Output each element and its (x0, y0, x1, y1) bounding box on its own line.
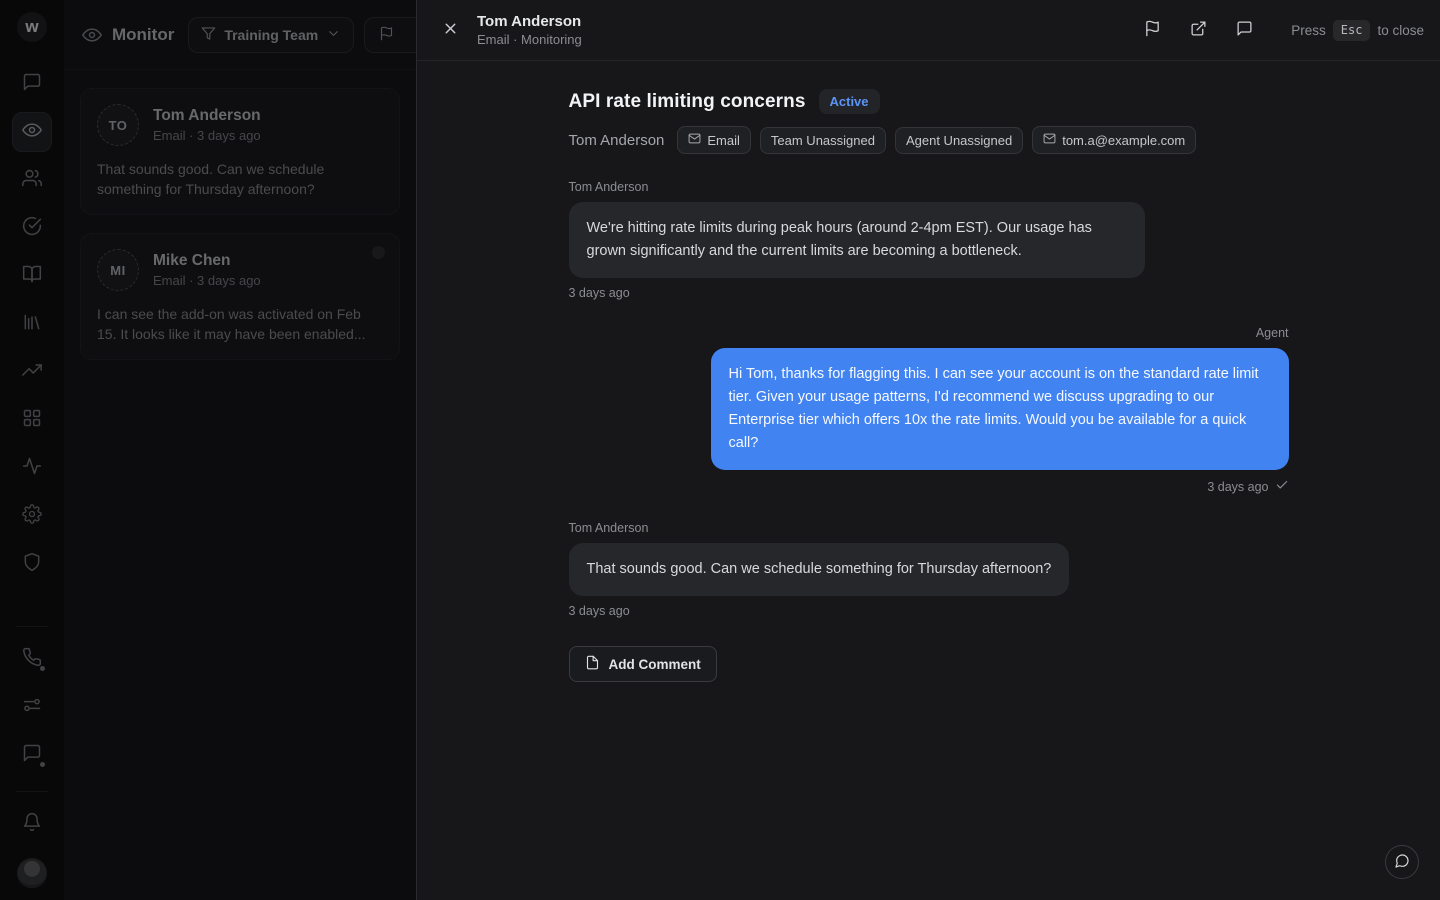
message-sender: Agent (569, 326, 1289, 340)
message-timestamp: 3 days ago (569, 286, 1289, 300)
message-timestamp: 3 days ago (569, 478, 1289, 495)
message-timestamp: 3 days ago (569, 604, 1289, 618)
close-button[interactable] (435, 15, 465, 45)
team-badge: Team Unassigned (760, 127, 886, 154)
panel-body: API rate limiting concerns Active Tom An… (417, 61, 1440, 900)
esc-hint-suffix: to close (1377, 23, 1424, 38)
mail-icon (1043, 132, 1056, 148)
customer-name: Tom Anderson (569, 132, 665, 149)
conversation-detail-panel: Tom Anderson Email · Monitoring Press Es… (416, 0, 1440, 900)
message-customer-2: Tom Anderson That sounds good. Can we sc… (569, 521, 1289, 618)
close-icon (442, 20, 459, 40)
panel-actions: Press Esc to close (1137, 15, 1424, 45)
ticket-title: API rate limiting concerns (569, 91, 806, 113)
flag-icon (1144, 20, 1161, 40)
chat-icon (1236, 20, 1253, 40)
open-in-new-button[interactable] (1183, 15, 1213, 45)
read-check-icon (1275, 478, 1289, 495)
message-bubble: That sounds good. Can we schedule someth… (569, 543, 1070, 596)
add-comment-label: Add Comment (609, 657, 701, 672)
panel-title: Tom Anderson (477, 13, 582, 30)
support-chat-launcher[interactable] (1385, 845, 1419, 879)
add-comment-button[interactable]: Add Comment (569, 646, 717, 682)
mail-icon (688, 132, 701, 148)
message-bubble: Hi Tom, thanks for flagging this. I can … (711, 348, 1289, 470)
esc-close-hint: Press Esc to close (1291, 20, 1424, 41)
timestamp-text: 3 days ago (569, 286, 630, 300)
document-icon (585, 655, 600, 673)
timestamp-text: 3 days ago (569, 604, 630, 618)
open-chat-button[interactable] (1229, 15, 1259, 45)
status-badge: Active (819, 89, 880, 114)
channel-badge-label: Email (707, 133, 740, 148)
agent-badge-label: Agent Unassigned (906, 133, 1012, 148)
timestamp-text: 3 days ago (1207, 480, 1268, 494)
ticket-content: API rate limiting concerns Active Tom An… (569, 89, 1289, 682)
message-agent: Agent Hi Tom, thanks for flagging this. … (569, 326, 1289, 495)
agent-badge: Agent Unassigned (895, 127, 1023, 154)
chat-bubble-icon (1394, 853, 1410, 872)
message-customer-1: Tom Anderson We're hitting rate limits d… (569, 180, 1289, 300)
channel-badge: Email (677, 126, 751, 154)
email-badge: tom.a@example.com (1032, 126, 1196, 154)
app-root: w (0, 0, 1440, 900)
ticket-meta-row: Tom Anderson Email Team Unassigned Agent… (569, 126, 1289, 154)
overlay-backdrop[interactable] (0, 0, 416, 900)
panel-subtitle: Email · Monitoring (477, 32, 582, 47)
esc-key-badge: Esc (1333, 20, 1371, 41)
panel-header: Tom Anderson Email · Monitoring Press Es… (417, 0, 1440, 61)
message-sender: Tom Anderson (569, 180, 1289, 194)
flag-conversation-button[interactable] (1137, 15, 1167, 45)
esc-hint-press: Press (1291, 23, 1326, 38)
team-badge-label: Team Unassigned (771, 133, 875, 148)
message-sender: Tom Anderson (569, 521, 1289, 535)
email-badge-label: tom.a@example.com (1062, 133, 1185, 148)
message-bubble: We're hitting rate limits during peak ho… (569, 202, 1145, 278)
external-link-icon (1190, 20, 1207, 40)
ticket-title-row: API rate limiting concerns Active (569, 89, 1289, 114)
